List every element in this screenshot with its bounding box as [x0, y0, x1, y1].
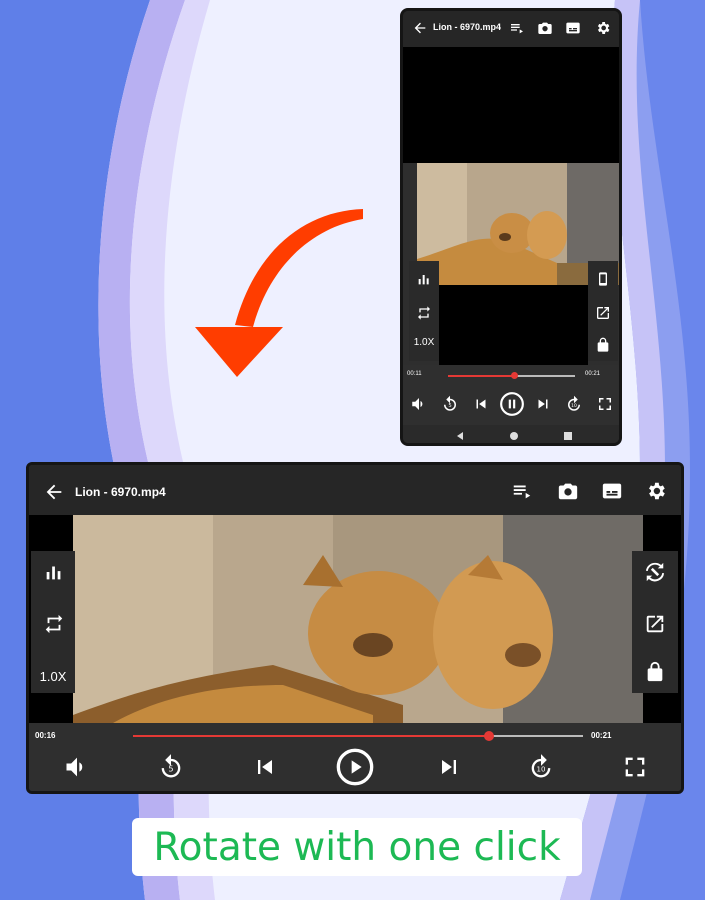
seek-bar[interactable] — [448, 372, 575, 379]
subtitle-icon[interactable] — [565, 20, 581, 36]
seek-thumb[interactable] — [511, 372, 519, 379]
video-frame-lions[interactable] — [73, 515, 643, 723]
elapsed-time: 00:16 — [35, 731, 56, 740]
android-nav-bar — [403, 425, 619, 443]
video-title: Lion - 6970.mp4 — [433, 22, 502, 32]
nav-recents-icon[interactable] — [563, 431, 573, 441]
rotate-arrow-graphic — [195, 209, 363, 377]
lions-scene — [73, 515, 643, 723]
landscape-right-tools — [632, 551, 678, 693]
svg-text:10: 10 — [571, 403, 577, 409]
rotate-icon[interactable] — [644, 561, 666, 583]
landscape-top-bar: Lion - 6970.mp4 — [29, 465, 681, 515]
camera-icon[interactable] — [537, 20, 553, 36]
seek-bar[interactable] — [133, 731, 583, 741]
fullscreen-icon[interactable] — [596, 395, 614, 413]
total-duration: 00:21 — [585, 371, 601, 377]
portrait-top-bar: Lion - 6970.mp4 — [403, 11, 619, 47]
nav-home-icon[interactable] — [509, 431, 519, 441]
pause-icon[interactable] — [499, 391, 525, 417]
caption-text: Rotate with one click — [153, 824, 561, 870]
volume-icon[interactable] — [63, 753, 91, 781]
subtitle-icon[interactable] — [601, 480, 623, 502]
back-arrow-icon[interactable] — [43, 481, 65, 503]
rewind-5-icon[interactable]: 5 — [441, 395, 459, 413]
playlist-icon[interactable] — [511, 480, 533, 502]
equalizer-icon[interactable] — [416, 271, 432, 287]
portrait-player-screen: Lion - 6970.mp4 1.0X 00:11 00:21 5 10 — [400, 8, 622, 446]
equalizer-icon[interactable] — [43, 561, 65, 583]
previous-icon[interactable] — [472, 395, 490, 413]
rewind-5-icon[interactable]: 5 — [157, 753, 185, 781]
elapsed-time: 00:11 — [407, 371, 422, 377]
repeat-icon[interactable] — [43, 613, 65, 635]
portrait-controls: 00:11 00:21 5 10 — [403, 365, 619, 425]
landscape-left-tools: 1.0X — [31, 551, 75, 693]
portrait-letterbox-bottom — [439, 285, 588, 365]
nav-back-icon[interactable] — [455, 431, 465, 441]
next-icon[interactable] — [534, 395, 552, 413]
popup-icon[interactable] — [644, 613, 666, 635]
total-duration: 00:21 — [591, 731, 612, 740]
popup-icon[interactable] — [595, 305, 611, 321]
portrait-left-tools: 1.0X — [409, 261, 439, 361]
gear-icon[interactable] — [595, 20, 611, 36]
svg-text:5: 5 — [168, 764, 173, 774]
playback-speed-label[interactable]: 1.0X — [31, 669, 75, 684]
forward-10-icon[interactable]: 10 — [565, 395, 583, 413]
svg-text:5: 5 — [448, 403, 451, 409]
lock-icon[interactable] — [595, 337, 611, 353]
gear-icon[interactable] — [645, 480, 667, 502]
caption-banner: Rotate with one click — [132, 818, 582, 876]
landscape-controls: 00:16 00:21 5 10 — [29, 723, 681, 791]
camera-icon[interactable] — [557, 480, 579, 502]
svg-text:10: 10 — [537, 766, 546, 774]
back-arrow-icon[interactable] — [412, 20, 428, 36]
previous-icon[interactable] — [251, 753, 279, 781]
forward-10-icon[interactable]: 10 — [527, 753, 555, 781]
rotate-icon[interactable] — [595, 271, 611, 287]
playlist-icon[interactable] — [509, 20, 525, 36]
playback-speed-label[interactable]: 1.0X — [411, 337, 437, 348]
seek-progress — [448, 375, 515, 377]
portrait-letterbox-top — [403, 47, 619, 163]
portrait-right-tools — [588, 261, 618, 361]
lock-icon[interactable] — [644, 661, 666, 683]
play-icon[interactable] — [335, 747, 375, 787]
next-icon[interactable] — [435, 753, 463, 781]
video-title: Lion - 6970.mp4 — [75, 485, 166, 499]
volume-icon[interactable] — [410, 395, 428, 413]
fullscreen-icon[interactable] — [621, 753, 649, 781]
seek-progress — [133, 735, 489, 737]
repeat-icon[interactable] — [416, 305, 432, 321]
landscape-player-screen: Lion - 6970.mp4 1.0X 00:16 00:21 5 10 — [26, 462, 684, 794]
seek-thumb[interactable] — [483, 731, 494, 741]
